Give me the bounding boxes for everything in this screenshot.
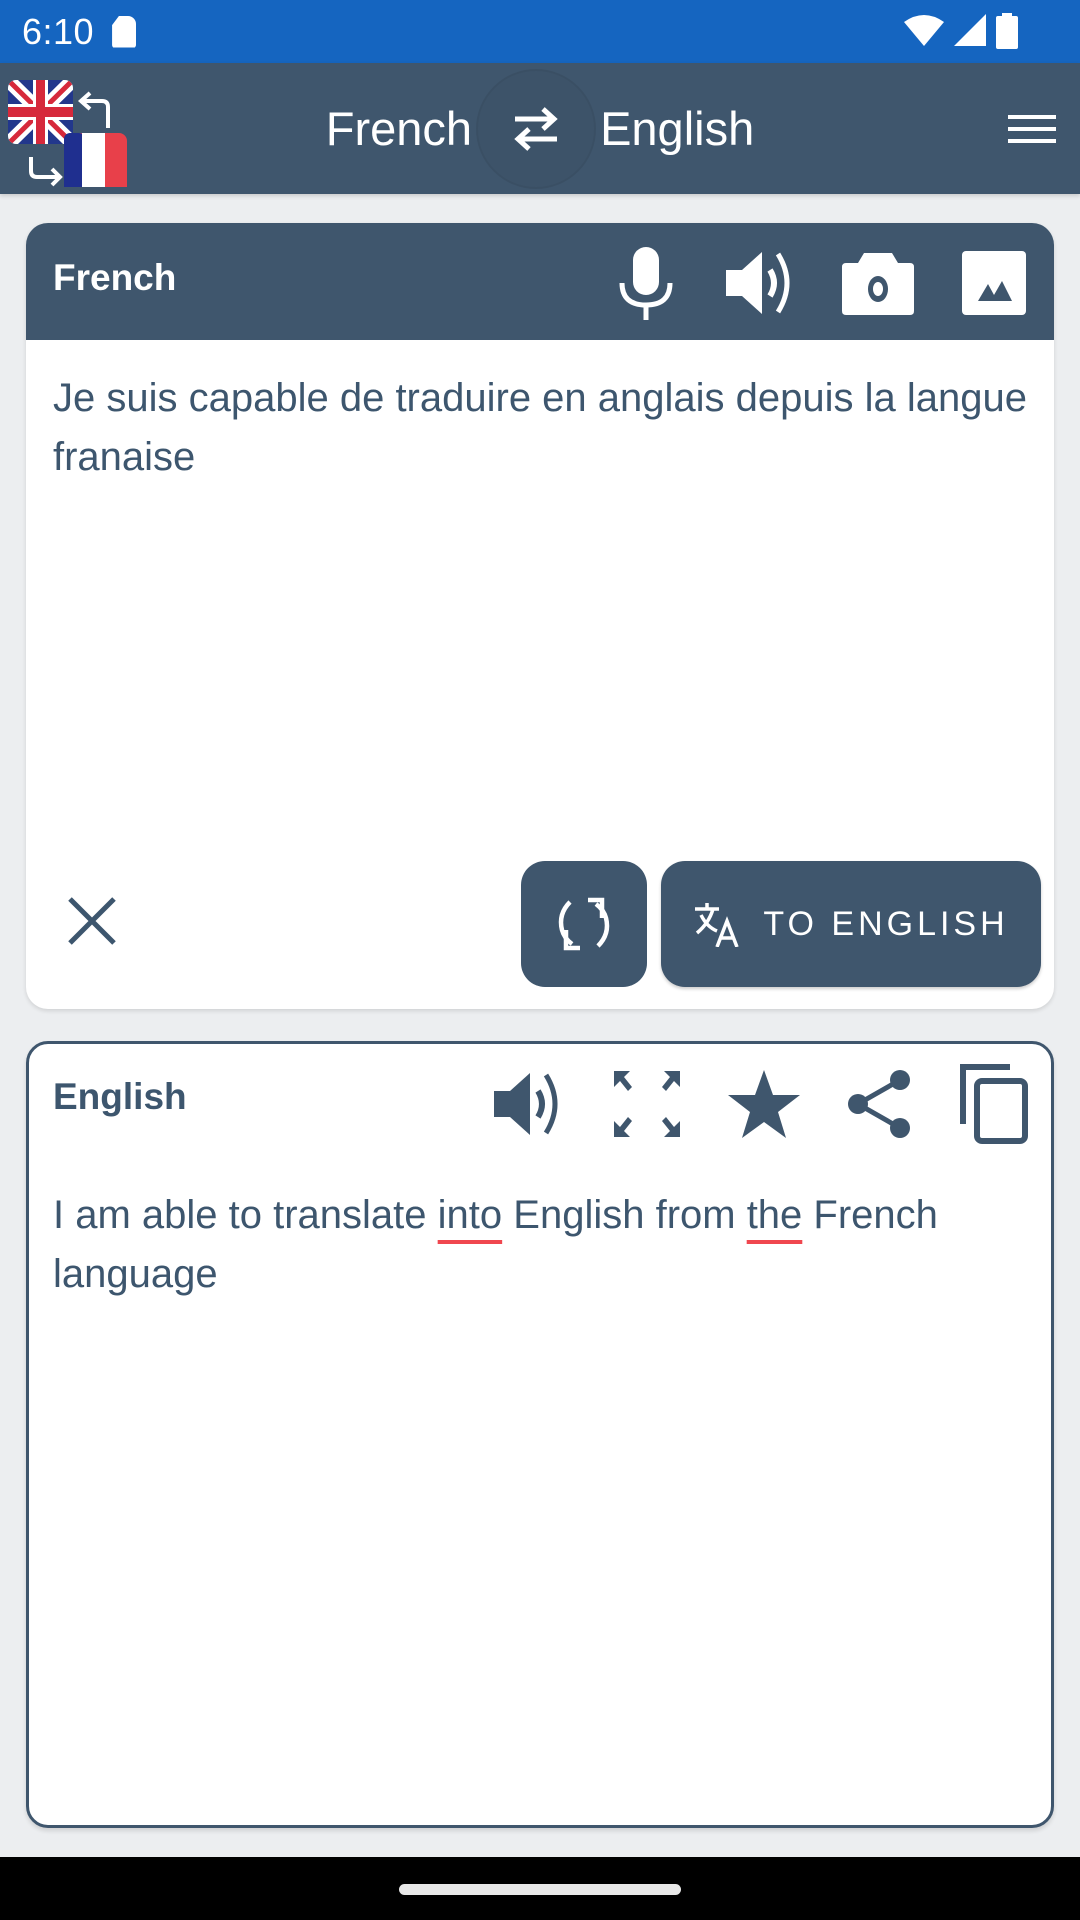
image-picker-button[interactable] bbox=[954, 243, 1034, 323]
menu-button[interactable] bbox=[1006, 103, 1058, 155]
source-language-label: French bbox=[53, 257, 177, 298]
source-card-header: French bbox=[26, 223, 1054, 340]
translated-text-part: I am able to translate bbox=[53, 1193, 438, 1237]
source-text-input[interactable]: Je suis capable de traduire en anglais d… bbox=[53, 369, 1033, 487]
swap-arrows-icon bbox=[514, 106, 558, 151]
refresh-icon bbox=[558, 897, 610, 951]
status-time: 6:10 bbox=[22, 10, 95, 52]
target-speak-button[interactable] bbox=[489, 1064, 569, 1144]
camera-icon bbox=[842, 253, 914, 315]
voice-input-button[interactable] bbox=[606, 243, 686, 323]
translation-result-card: English I am able to translate into Engl… bbox=[26, 1041, 1054, 1828]
microphone-icon bbox=[619, 247, 673, 320]
fullscreen-icon bbox=[614, 1071, 680, 1137]
target-language-label: English bbox=[53, 1076, 187, 1117]
image-icon bbox=[962, 251, 1026, 315]
camera-button[interactable] bbox=[838, 243, 918, 323]
speaker-icon bbox=[494, 1073, 558, 1135]
refresh-button[interactable] bbox=[521, 861, 647, 987]
language-switcher: French English bbox=[0, 63, 1080, 194]
battery-icon bbox=[996, 13, 1018, 49]
target-language-selector[interactable]: English bbox=[600, 101, 754, 156]
copy-button[interactable] bbox=[954, 1062, 1034, 1146]
speaker-icon bbox=[726, 252, 790, 314]
favorite-button[interactable] bbox=[724, 1064, 804, 1144]
fullscreen-button[interactable] bbox=[607, 1064, 687, 1144]
translated-text: I am able to translate into English from… bbox=[53, 1186, 1033, 1304]
spell-flagged-word: the bbox=[746, 1193, 803, 1237]
share-button[interactable] bbox=[839, 1064, 919, 1144]
close-icon bbox=[68, 897, 116, 945]
translate-icon bbox=[695, 903, 739, 947]
status-icons bbox=[904, 13, 1018, 49]
home-gesture-handle[interactable] bbox=[399, 1884, 681, 1895]
app-bar: French English bbox=[0, 63, 1080, 194]
source-speak-button[interactable] bbox=[721, 243, 801, 323]
translate-button[interactable]: TO ENGLISH bbox=[661, 861, 1041, 987]
wifi-icon bbox=[904, 15, 944, 46]
swap-languages-button[interactable] bbox=[476, 69, 596, 189]
clear-text-button[interactable] bbox=[62, 891, 122, 951]
star-icon bbox=[728, 1070, 800, 1138]
navigation-bar bbox=[0, 1857, 1080, 1920]
translate-button-label: TO ENGLISH bbox=[763, 904, 1009, 943]
copy-icon bbox=[960, 1064, 1028, 1144]
hamburger-menu-icon bbox=[1008, 115, 1056, 143]
signal-icon bbox=[954, 14, 986, 46]
status-bar: 6:10 bbox=[0, 0, 1080, 63]
share-icon bbox=[848, 1070, 910, 1138]
sd-card-icon bbox=[112, 15, 137, 48]
translated-text-part: English from bbox=[502, 1193, 747, 1237]
spell-flagged-word: into bbox=[437, 1193, 503, 1237]
source-language-selector[interactable]: French bbox=[326, 101, 472, 156]
source-text-card: French Je suis capable de traduire en an… bbox=[26, 223, 1054, 1009]
